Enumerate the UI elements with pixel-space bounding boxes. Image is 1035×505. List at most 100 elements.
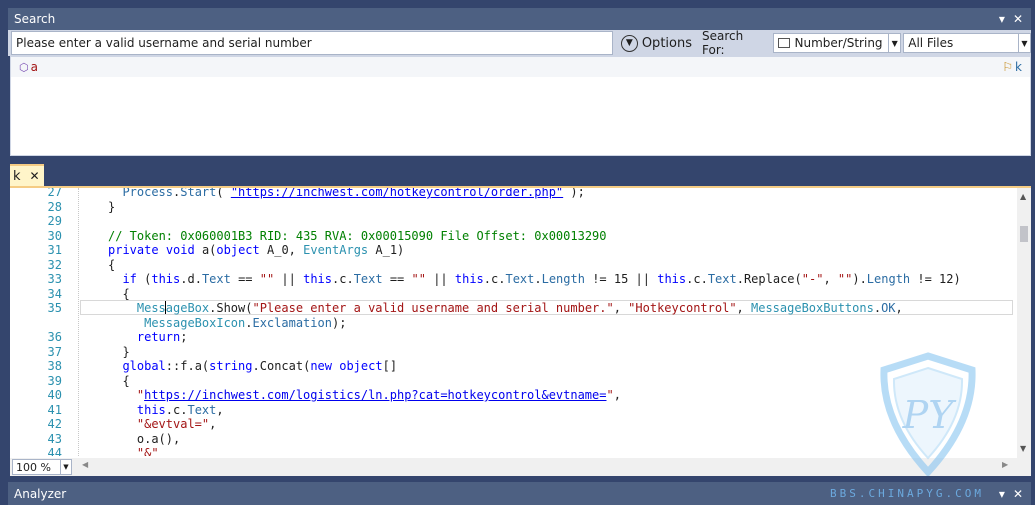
code-token: this [454,272,484,286]
scroll-right-icon[interactable]: ▶ [1002,460,1008,469]
code-text: MessageBoxIcon.Exclamation); [144,316,346,331]
text-caret [165,301,166,314]
code-token: . [873,301,882,315]
number-string-icon [778,38,791,48]
options-label: Options [641,35,692,51]
code-line[interactable]: 29 [10,214,1017,229]
code-line[interactable]: 40 "https://inchwest.com/logistics/ln.php… [10,388,1017,403]
code-token: // Token: 0x060001B3 RID: 435 RVA: 0x000… [108,228,607,243]
code-text: } [122,345,129,360]
zoom-select[interactable]: 100 % ▼ [12,459,72,475]
code-text: "&evtval=", [137,417,216,432]
scroll-thumb[interactable] [1020,226,1028,242]
search-result-row[interactable]: ⬡ a ⚐ k [11,57,1030,77]
scroll-left-icon[interactable]: ◀ [82,460,88,469]
code-token: https://inchwest.com/logistics/ln.php?ca… [144,388,607,402]
search-panel-title: Search [14,12,56,26]
code-line[interactable]: 37} [10,345,1017,360]
code-token: Exclamation [252,315,332,330]
code-token: Length [866,272,911,286]
scroll-up-icon[interactable]: ▲ [1020,192,1026,201]
code-text: } [108,200,115,215]
code-text: global::f.a(string.Concat(new object[] [122,359,397,374]
code-token: Text [505,272,535,286]
code-token: global [122,359,166,373]
code-token: MessageBox [136,301,210,315]
close-icon[interactable]: ✕ [1013,12,1023,26]
code-line[interactable]: 43 o.a(), [10,432,1017,447]
scroll-down-icon[interactable]: ▼ [1020,444,1026,453]
code-token: Start [180,188,217,199]
code-token: != 15 || [584,272,658,286]
code-token: .c. [165,402,188,417]
result-location: k [1015,60,1022,74]
code-token: new [310,359,332,373]
code-line[interactable]: 30 // Token: 0x060001B3 RID: 435 RVA: 0x0… [10,229,1017,244]
code-line[interactable]: 28} [10,200,1017,215]
line-number: 39 [47,373,62,388]
pyg-logo-watermark: PY [880,352,976,476]
code-token: { [108,257,116,272]
code-token: return [136,330,181,344]
options-button[interactable]: ▼ Options [620,34,692,52]
line-number: 36 [47,330,62,344]
line-number: 40 [47,388,62,402]
code-line[interactable]: 38 global::f.a(string.Concat(new object[] [10,359,1017,374]
chevron-down-icon[interactable]: ▾ [999,12,1005,26]
code-line[interactable]: 33 if (this.d.Text == "" || this.c.Text =… [10,272,1017,287]
line-number: 32 [47,257,62,272]
code-token: MessageBoxIcon [144,315,246,330]
watermark-text: BBS.CHINAPYG.COM [830,487,984,500]
code-token: .Concat( [252,359,311,373]
tab-label: k [13,168,21,184]
line-number: 37 [47,344,62,359]
code-line[interactable]: MessageBoxIcon.Exclamation); [10,316,1017,331]
line-number: 41 [47,402,62,417]
search-results-list: ⬡ a ⚐ k [10,56,1031,156]
code-line[interactable]: 34 { [10,287,1017,302]
code-line[interactable]: 27 Process.Start( "https://inchwest.com/h… [10,188,1017,200]
search-type-select[interactable]: Number/String ▼ [773,33,902,53]
code-line[interactable]: 39 { [10,374,1017,389]
chevron-down-icon[interactable]: ▾ [999,487,1005,501]
code-token: Process [122,188,174,199]
code-token: ). [852,272,867,286]
code-view[interactable]: 27 Process.Start( "https://inchwest.com/h… [10,188,1017,456]
line-number: 33 [47,272,62,286]
code-line[interactable]: 35 MessageBox.Show("Please enter a valid … [10,301,1017,316]
code-line[interactable]: 36 return; [10,330,1017,345]
close-icon[interactable]: ✕ [30,169,40,183]
code-token: } [122,344,130,359]
code-token: { [122,286,130,301]
code-token: A_1) [368,243,405,257]
code-token: o.a(), [136,431,181,446]
line-number: 38 [47,359,62,373]
code-line[interactable]: 42 "&evtval=", [10,417,1017,432]
code-line[interactable]: 32 { [10,258,1017,273]
search-scope-select[interactable]: All Files ▼ [903,33,1031,53]
code-line[interactable]: 31 private void a(object A_0, EventArgs A… [10,243,1017,258]
code-token: "Hotkeycontrol" [628,301,737,315]
code-token: } [108,199,116,214]
close-icon[interactable]: ✕ [1013,487,1023,501]
code-token: , [736,301,751,315]
code-text: { [122,374,129,389]
code-token: ::f.a( [165,359,210,373]
code-line[interactable]: 41 this.c.Text, [10,403,1017,418]
code-token: , [823,272,838,286]
search-input[interactable] [11,31,613,55]
class-icon: ⚐ [1002,60,1014,74]
code-token: Length [541,272,585,286]
vertical-scrollbar[interactable]: ▲ ▼ [1017,188,1031,458]
code-line[interactable]: 44 "&" [10,446,1017,456]
tab-k[interactable]: k ✕ [10,164,44,186]
search-toolbar: ▼ Options Search For: Number/String ▼ Al… [8,29,1031,57]
code-token: object [339,359,383,373]
code-text: MessageBox.Show("Please enter a valid us… [137,301,903,316]
line-number: 34 [47,286,62,301]
code-token: void [165,243,195,257]
zoom-value: 100 % [16,460,51,474]
code-text: { [108,258,115,273]
code-token: OK [881,301,896,315]
